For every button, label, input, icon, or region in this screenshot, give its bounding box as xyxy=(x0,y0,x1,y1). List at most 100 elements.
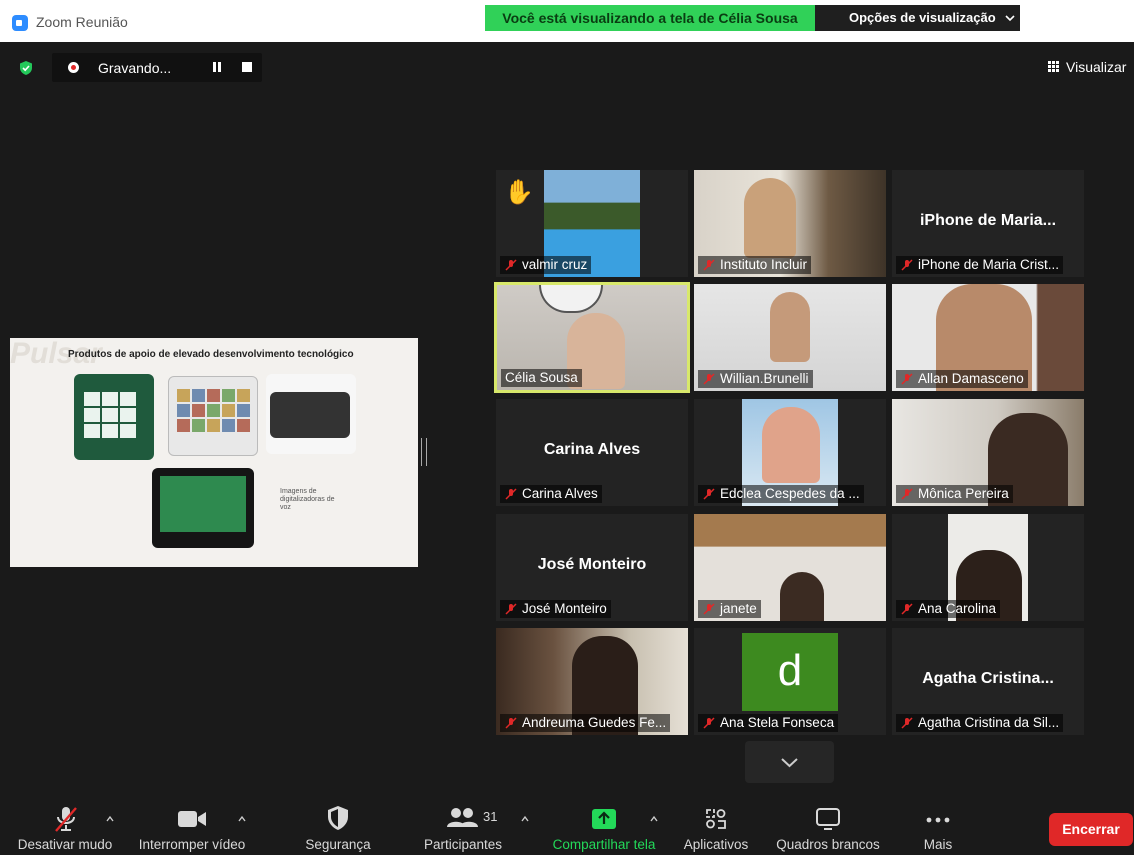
shield-icon xyxy=(328,806,348,830)
participants-icon xyxy=(447,808,478,827)
muted-microphone-icon xyxy=(55,807,77,832)
participant-display-name: Agatha Cristina... xyxy=(922,670,1054,687)
muted-mic-icon xyxy=(505,603,517,615)
participant-name: janete xyxy=(698,600,761,618)
caret-up-icon[interactable] xyxy=(106,815,114,823)
participant-name: Andreuma Guedes Fe... xyxy=(500,714,671,732)
participant-tile-active-speaker[interactable]: Célia Sousa xyxy=(494,282,690,393)
muted-mic-icon xyxy=(703,717,715,729)
stop-recording-icon[interactable] xyxy=(242,62,252,72)
participant-tile[interactable]: José Monteiro José Monteiro xyxy=(496,514,688,621)
window-title: Zoom Reunião xyxy=(36,14,128,30)
muted-mic-icon xyxy=(901,373,913,385)
raised-hand-icon: ✋ xyxy=(504,179,534,206)
viewing-banner: Você está visualizando a tela de Célia S… xyxy=(485,5,815,31)
device-image-1 xyxy=(74,374,154,460)
participants-button[interactable]: 31 Participantes xyxy=(415,795,511,855)
participant-name: Carina Alves xyxy=(500,485,602,503)
more-button[interactable]: Mais xyxy=(912,795,964,855)
person-silhouette xyxy=(762,407,820,483)
share-screen-icon xyxy=(592,809,616,829)
participant-tile[interactable]: Edclea Cespedes da ... xyxy=(694,399,886,506)
end-meeting-button[interactable]: Encerrar xyxy=(1049,813,1133,846)
participant-display-name: iPhone de Maria... xyxy=(919,212,1057,229)
record-dot-icon xyxy=(68,62,79,73)
slide-note: Imagens de digitalizadoras de voz xyxy=(280,488,335,511)
tablet-image xyxy=(152,468,254,548)
security-button[interactable]: Segurança xyxy=(296,795,380,855)
grid-icon xyxy=(1048,61,1060,73)
caret-up-icon[interactable] xyxy=(238,815,246,823)
recording-indicator: Gravando... xyxy=(52,53,262,82)
participant-name: Mônica Pereira xyxy=(896,485,1013,503)
participant-tile[interactable]: Agatha Cristina... Agatha Cristina da Si… xyxy=(892,628,1084,735)
whiteboards-button[interactable]: Quadros brancos xyxy=(769,795,887,855)
participant-name: José Monteiro xyxy=(500,600,611,618)
participant-tile[interactable]: Carina Alves Carina Alves xyxy=(496,399,688,506)
participant-tile[interactable]: Andreuma Guedes Fe... xyxy=(496,628,688,735)
participant-tile[interactable]: janete xyxy=(694,514,886,621)
chevron-down-icon xyxy=(781,758,798,768)
muted-mic-icon xyxy=(703,373,715,385)
recording-label: Gravando... xyxy=(98,60,172,76)
shared-screen: Pulsar Produtos de apoio de elevado dese… xyxy=(10,338,418,567)
participant-name: valmir cruz xyxy=(500,256,592,274)
slide-title: Produtos de apoio de elevado desenvolvim… xyxy=(68,349,354,360)
muted-mic-icon xyxy=(703,259,715,271)
muted-mic-icon xyxy=(901,259,913,271)
person-silhouette xyxy=(744,178,796,258)
participant-display-name: Carina Alves xyxy=(543,441,641,458)
participant-name: Ana Carolina xyxy=(896,600,1001,618)
participant-tile[interactable]: Allan Damasceno xyxy=(892,284,1084,391)
muted-mic-icon xyxy=(505,488,517,500)
toolbar-label: Participantes xyxy=(423,837,503,852)
stop-video-button[interactable]: Interromper vídeo xyxy=(130,795,254,855)
muted-mic-icon xyxy=(505,717,517,729)
device-keys xyxy=(177,389,250,432)
toolbar-label: Aplicativos xyxy=(683,837,749,852)
muted-mic-icon xyxy=(505,259,517,271)
encryption-shield-icon[interactable] xyxy=(18,60,34,76)
video-camera-icon xyxy=(178,811,206,827)
participant-tile[interactable]: iPhone de Maria... iPhone de Maria Crist… xyxy=(892,170,1084,277)
next-page-button[interactable] xyxy=(745,741,834,783)
toolbar-label: Desativar mudo xyxy=(17,837,113,852)
participant-tile[interactable]: Mônica Pereira xyxy=(892,399,1084,506)
person-silhouette xyxy=(780,572,824,621)
device-image-2 xyxy=(168,376,258,456)
zoom-logo-icon xyxy=(12,15,28,31)
avatar: d xyxy=(742,633,838,711)
participant-tile[interactable]: Ana Carolina xyxy=(892,514,1084,621)
share-screen-button[interactable]: Compartilhar tela xyxy=(545,795,663,855)
participant-name: Willian.Brunelli xyxy=(698,370,813,388)
participant-name: Edclea Cespedes da ... xyxy=(698,485,864,503)
view-options-button[interactable]: Opções de visualização xyxy=(815,5,1020,31)
toolbar-label: Quadros brancos xyxy=(776,837,880,852)
muted-mic-icon xyxy=(901,717,913,729)
participant-display-name: José Monteiro xyxy=(537,556,647,573)
participant-name: iPhone de Maria Crist... xyxy=(896,256,1064,274)
participant-tile[interactable]: ✋ valmir cruz xyxy=(496,170,688,277)
participant-tile[interactable]: Willian.Brunelli xyxy=(694,284,886,391)
caret-up-icon[interactable] xyxy=(521,815,529,823)
apps-icon xyxy=(706,809,726,829)
caret-up-icon[interactable] xyxy=(650,815,658,823)
apps-button[interactable]: Aplicativos xyxy=(676,795,756,855)
view-button[interactable]: Visualizar xyxy=(1048,59,1126,75)
muted-mic-icon xyxy=(703,488,715,500)
ellipsis-icon xyxy=(926,817,950,823)
pause-recording-icon[interactable] xyxy=(212,62,222,72)
muted-mic-icon xyxy=(901,488,913,500)
person-silhouette xyxy=(770,292,810,362)
muted-mic-icon xyxy=(901,603,913,615)
view-options-label: Opções de visualização xyxy=(849,10,996,25)
participant-count: 31 xyxy=(483,809,498,824)
unmute-button[interactable]: Desativar mudo xyxy=(8,795,122,855)
share-resize-handle[interactable] xyxy=(421,438,427,466)
meeting-toolbar: Desativar mudo Interromper vídeo Seguran… xyxy=(0,795,1134,855)
toolbar-label: Interromper vídeo xyxy=(138,837,246,852)
toolbar-label: Segurança xyxy=(305,837,371,852)
participant-tile[interactable]: Instituto Incluir xyxy=(694,170,886,277)
participant-tile[interactable]: d Ana Stela Fonseca xyxy=(694,628,886,735)
whiteboard-icon xyxy=(816,808,840,830)
